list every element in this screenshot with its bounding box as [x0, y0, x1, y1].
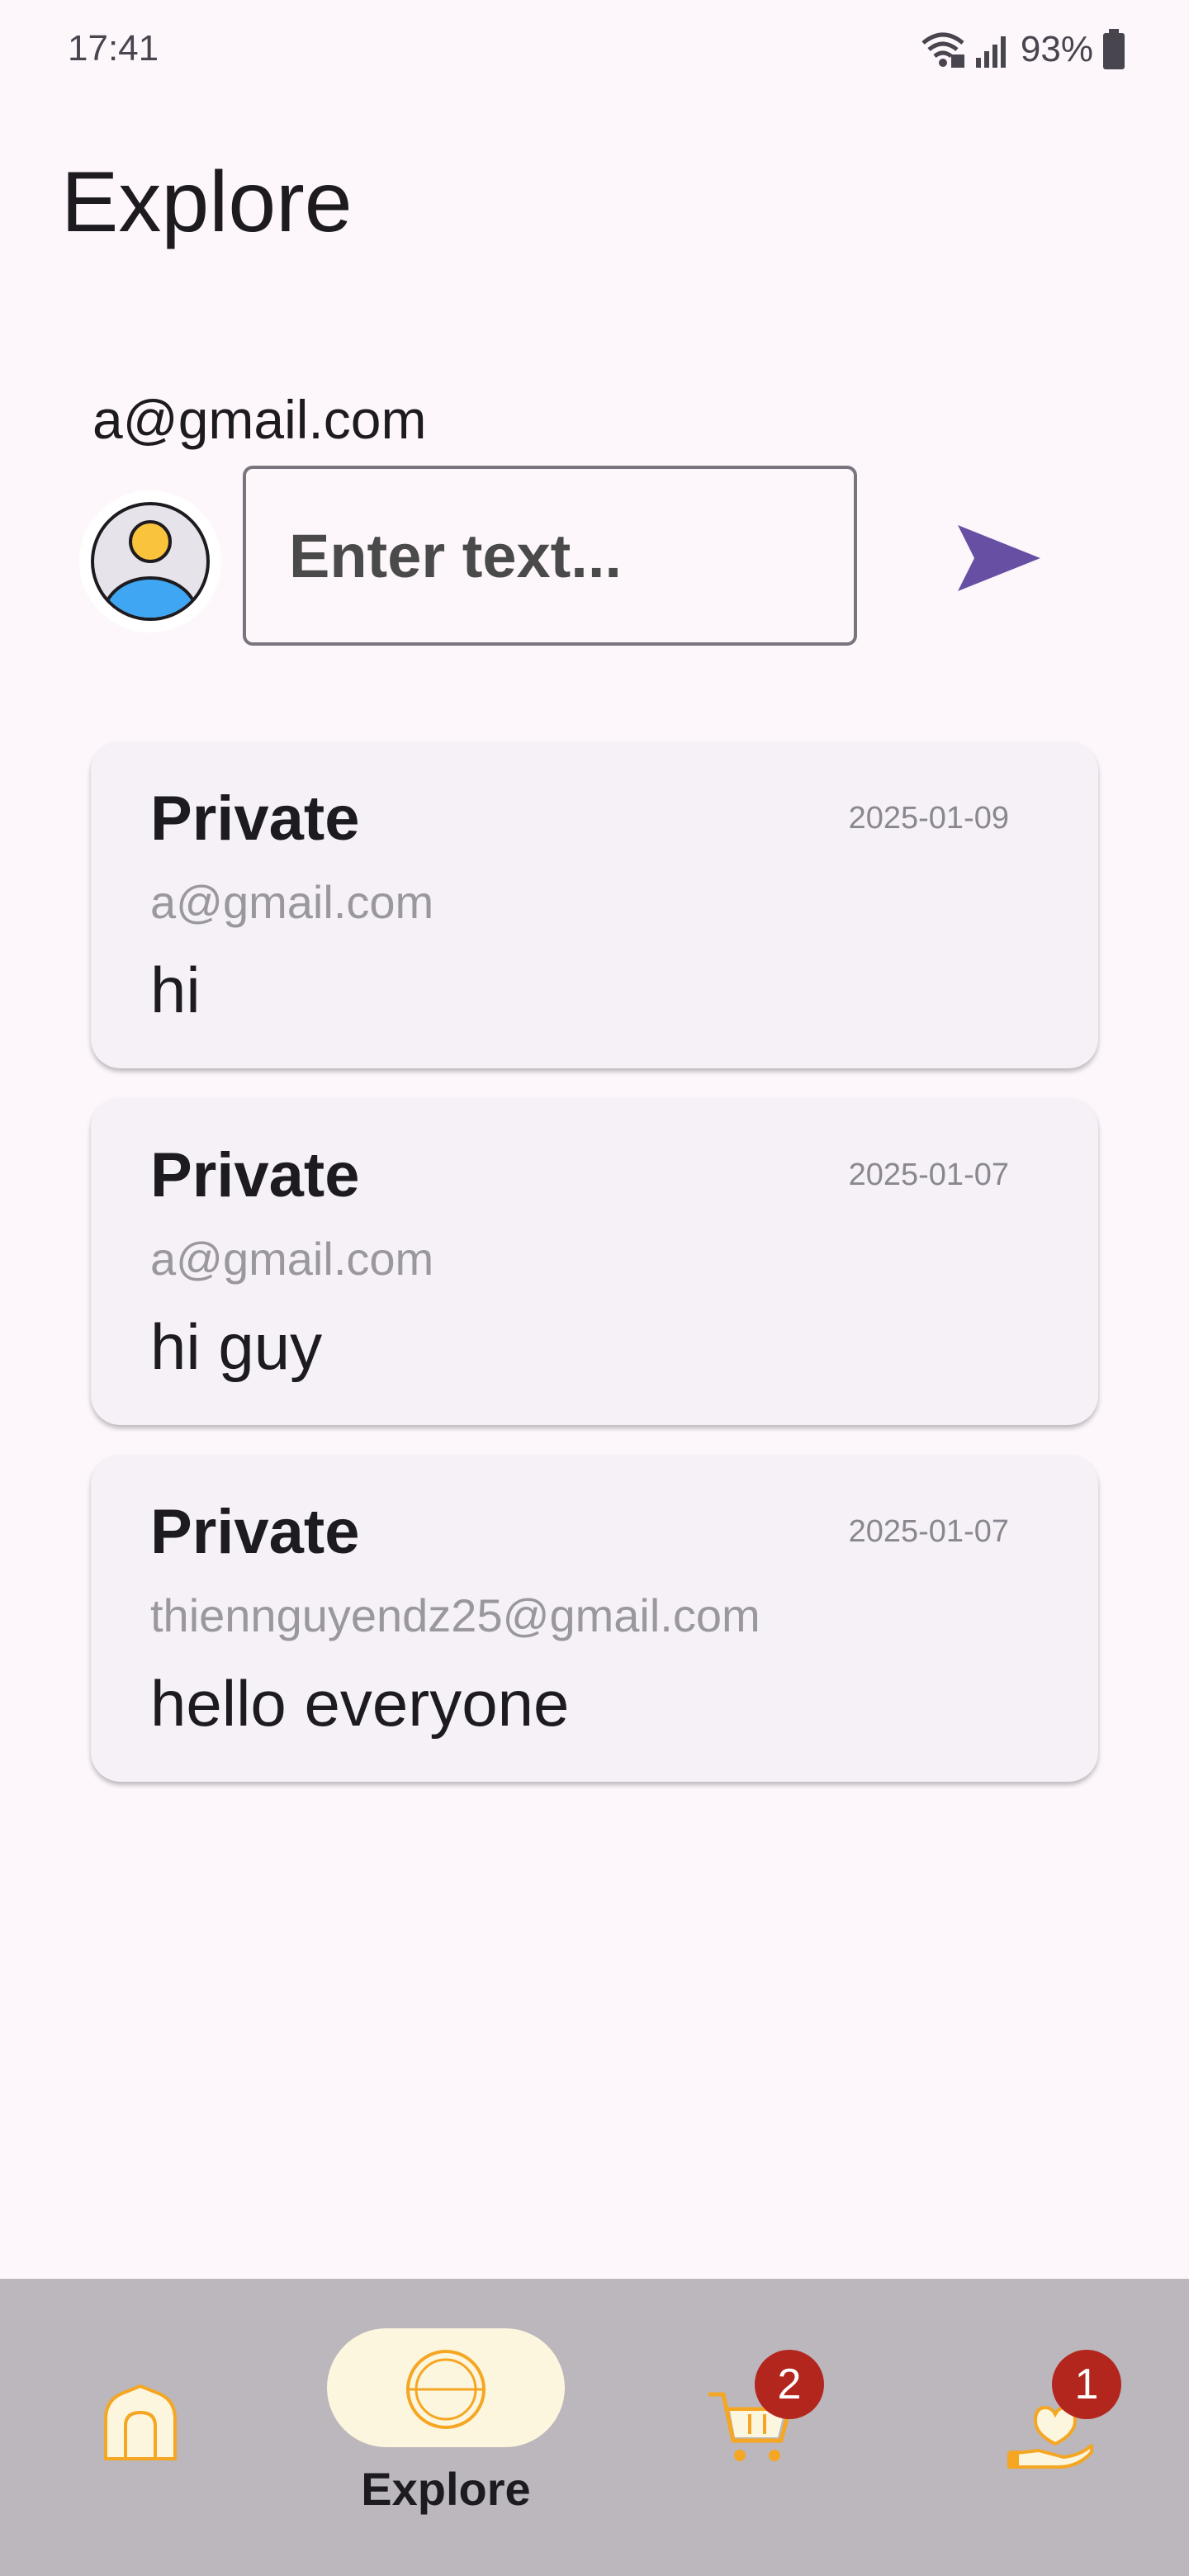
- cart-badge: 2: [755, 2350, 824, 2419]
- post-date: 2025-01-07: [848, 1514, 1009, 1549]
- post-date: 2025-01-07: [848, 1158, 1009, 1192]
- nav-explore-label: Explore: [361, 2463, 531, 2515]
- nav-home[interactable]: [50, 2279, 248, 2576]
- battery-icon: [1103, 29, 1125, 69]
- current-user-email: a@gmail.com: [92, 389, 427, 450]
- post-text: hello everyone: [150, 1667, 570, 1740]
- bottom-nav: Explore 2 1: [0, 2279, 1189, 2576]
- explore-icon: [406, 2350, 486, 2429]
- post-card[interactable]: Private 2025-01-09 a@gmail.com hi: [91, 741, 1098, 1068]
- post-author: a@gmail.com: [150, 1233, 434, 1285]
- post-author: thiennguyendz25@gmail.com: [150, 1589, 760, 1641]
- home-icon: [104, 2384, 177, 2460]
- status-time: 17:41: [68, 28, 159, 69]
- send-button[interactable]: [950, 515, 1049, 601]
- status-bar: 17:41 93%: [0, 0, 1189, 99]
- nav-explore[interactable]: Explore: [327, 2279, 565, 2576]
- donate-badge: 1: [1052, 2350, 1121, 2419]
- page-title: Explore: [61, 154, 353, 250]
- post-card[interactable]: Private 2025-01-07 a@gmail.com hi guy: [91, 1098, 1098, 1425]
- user-avatar-icon: [91, 502, 210, 621]
- post-title: Private: [150, 1140, 360, 1210]
- status-icons: 93%: [920, 25, 1126, 74]
- post-card[interactable]: Private 2025-01-07 thiennguyendz25@gmail…: [91, 1455, 1098, 1782]
- post-title: Private: [150, 1497, 360, 1567]
- post-title: Private: [150, 784, 360, 854]
- avatar[interactable]: [79, 490, 221, 632]
- post-text-input[interactable]: [243, 466, 857, 646]
- wifi-icon: [921, 32, 964, 68]
- nav-donate[interactable]: 1: [974, 2279, 1172, 2576]
- nav-cart[interactable]: 2: [677, 2279, 875, 2576]
- post-text: hi guy: [150, 1310, 323, 1383]
- signal-icon: [975, 36, 1006, 68]
- post-author: a@gmail.com: [150, 876, 434, 928]
- battery-percent: 93%: [1020, 29, 1093, 69]
- post-text: hi: [150, 954, 201, 1026]
- post-date: 2025-01-09: [848, 801, 1009, 836]
- send-icon: [958, 525, 1040, 591]
